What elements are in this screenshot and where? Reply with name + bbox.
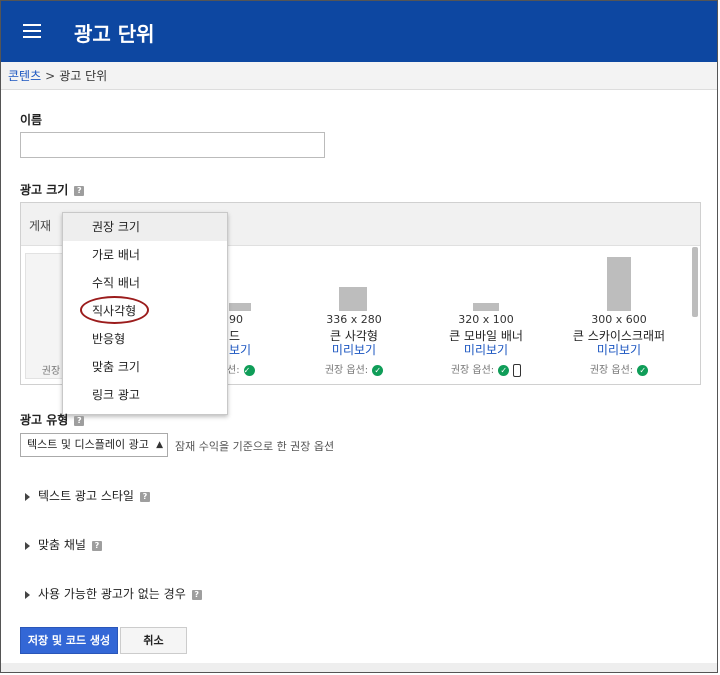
mobile-phone-icon xyxy=(513,363,522,377)
ad-size-recommended: 권장 옵션: ✓ xyxy=(289,361,419,376)
ad-size-card[interactable]: 320 x 100 큰 모바일 배너 미리보기 권장 옵션: ✓ xyxy=(421,253,551,377)
ad-size-recommended: 권장 옵션: ✓ xyxy=(554,361,684,376)
select-arrows-icon: ▲▼ xyxy=(156,440,163,450)
footer-strip xyxy=(1,663,717,672)
expand-arrow-icon xyxy=(25,590,30,599)
ad-size-thumbnail xyxy=(473,303,499,311)
check-icon: ✓ xyxy=(498,364,510,376)
recommended-label: 션: xyxy=(227,365,240,376)
dropdown-item-recommended[interactable]: 권장 크기 xyxy=(63,213,227,241)
top-bar: 광고 단위 xyxy=(1,1,717,62)
dropdown-item-responsive[interactable]: 반응형 xyxy=(63,325,227,353)
save-and-get-code-button[interactable]: 저장 및 코드 생성 xyxy=(20,627,118,654)
preview-link[interactable]: 미리보기 xyxy=(421,341,551,358)
expand-arrow-icon xyxy=(25,541,30,550)
ad-size-dimensions: 320 x 100 xyxy=(458,313,514,326)
ad-size-dimensions: 300 x 600 xyxy=(591,313,647,326)
help-icon[interactable]: ? xyxy=(74,185,85,196)
ad-type-select[interactable]: 텍스트 및 디스플레이 광고 ▲▼ xyxy=(20,433,168,457)
ad-size-thumbnail xyxy=(339,287,367,311)
preview-link[interactable]: 미리보기 xyxy=(554,341,684,358)
dropdown-item-custom-size[interactable]: 맞춤 크기 xyxy=(63,353,227,381)
dropdown-item-horizontal-banner[interactable]: 가로 배너 xyxy=(63,241,227,269)
ad-size-label: 광고 크기? xyxy=(20,181,85,198)
recommended-label: 권장 옵션: xyxy=(324,365,369,376)
ad-type-label-text: 광고 유형 xyxy=(20,413,69,427)
section-label: 사용 가능한 광고가 없는 경우 xyxy=(38,587,186,601)
section-backup-ads[interactable]: 사용 가능한 광고가 없는 경우? xyxy=(25,585,202,602)
help-icon[interactable]: ? xyxy=(74,415,85,426)
check-icon: ✓ xyxy=(243,364,255,376)
preview-link[interactable]: 미리보기 xyxy=(289,341,419,358)
ad-size-card[interactable]: 336 x 280 큰 사각형 미리보기 권장 옵션: ✓ xyxy=(289,253,419,377)
check-icon: ✓ xyxy=(372,364,384,376)
dropdown-item-rectangle[interactable]: 직사각형 xyxy=(63,297,227,325)
breadcrumb-separator: > xyxy=(45,69,56,83)
cancel-button[interactable]: 취소 xyxy=(120,627,187,654)
panel-header-label: 게재 xyxy=(29,219,52,233)
help-icon[interactable]: ? xyxy=(139,491,150,502)
help-icon[interactable]: ? xyxy=(91,540,102,551)
menu-icon[interactable] xyxy=(23,24,41,38)
ad-type-label: 광고 유형? xyxy=(20,411,85,428)
page-title: 광고 단위 xyxy=(74,22,155,46)
name-input[interactable] xyxy=(20,132,325,158)
ad-type-note: 잠재 수익을 기준으로 한 권장 옵션 xyxy=(175,440,335,453)
ad-size-recommended: 권장 옵션: ✓ xyxy=(421,361,551,377)
section-label: 맞춤 채널 xyxy=(38,538,86,552)
section-custom-channels[interactable]: 맞춤 채널? xyxy=(25,536,102,553)
app-window: 광고 단위 콘텐츠 > 광고 단위 이름 광고 크기? 게재 권장 90 드 보기 … xyxy=(0,0,718,673)
ad-size-card[interactable]: 300 x 600 큰 스카이스크래퍼 미리보기 권장 옵션: ✓ xyxy=(554,253,684,377)
help-icon[interactable]: ? xyxy=(191,589,202,600)
ad-type-selected-value: 텍스트 및 디스플레이 광고 xyxy=(27,438,149,451)
breadcrumb-current: 광고 단위 xyxy=(59,69,108,83)
dropdown-item-link-ads[interactable]: 링크 광고 xyxy=(63,381,227,409)
ad-size-thumbnail xyxy=(229,303,251,311)
panel-scrollbar[interactable] xyxy=(692,247,698,317)
breadcrumb-content-link[interactable]: 콘텐츠 xyxy=(8,69,41,83)
name-label: 이름 xyxy=(20,113,43,127)
expand-arrow-icon xyxy=(25,492,30,501)
ad-size-dropdown-menu: 권장 크기 가로 배너 수직 배너 직사각형 반응형 맞춤 크기 링크 광고 xyxy=(62,212,228,415)
recommended-label: 권장 옵션: xyxy=(589,365,634,376)
breadcrumb: 콘텐츠 > 광고 단위 xyxy=(1,62,717,90)
ad-size-dimensions: 336 x 280 xyxy=(326,313,382,326)
ad-size-thumbnail xyxy=(607,257,631,311)
ad-size-label-text: 광고 크기 xyxy=(20,183,69,197)
dropdown-item-vertical-banner[interactable]: 수직 배너 xyxy=(63,269,227,297)
check-icon: ✓ xyxy=(637,364,649,376)
section-label: 텍스트 광고 스타일 xyxy=(38,489,134,503)
section-text-ad-style[interactable]: 텍스트 광고 스타일? xyxy=(25,487,150,504)
recommended-label: 권장 옵션: xyxy=(450,365,495,376)
